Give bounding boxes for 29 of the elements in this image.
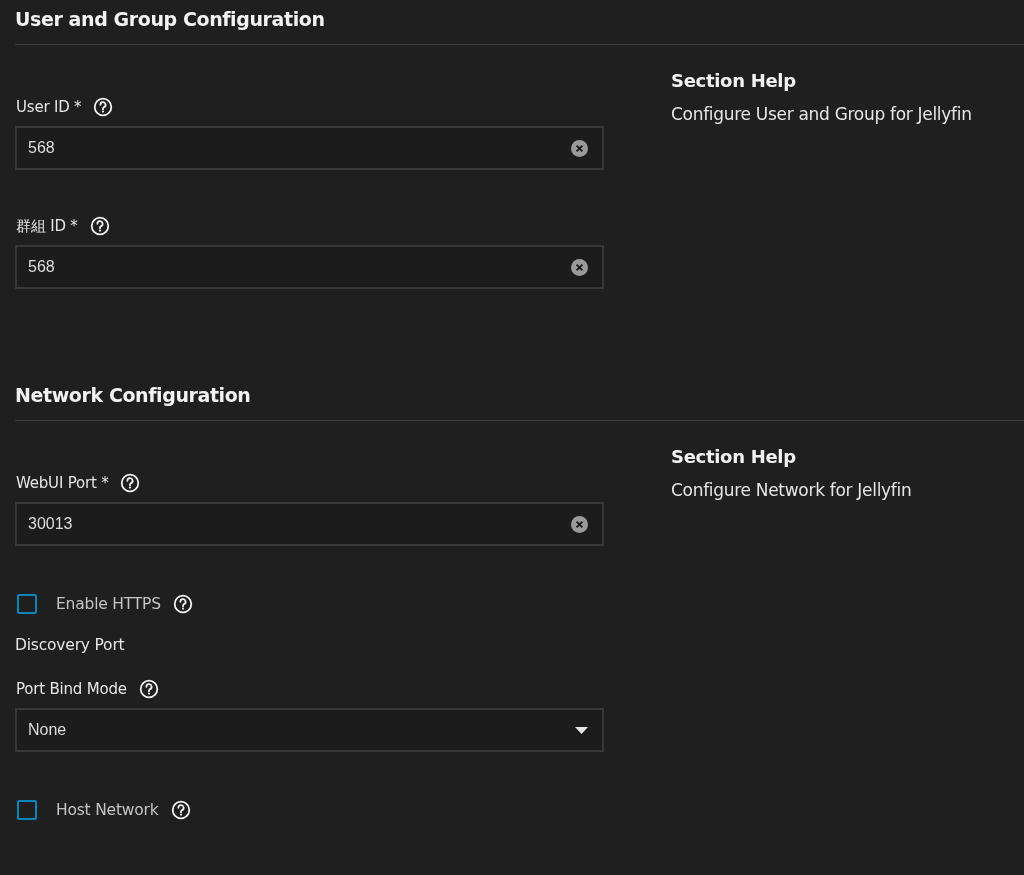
group-label: Discovery Port: [15, 636, 125, 656]
checkbox-label: Host Network: [56, 801, 159, 819]
clear-icon[interactable]: [571, 139, 588, 157]
checkbox[interactable]: [17, 594, 37, 614]
input-field[interactable]: 568: [15, 245, 604, 289]
help-icon[interactable]: [120, 473, 141, 493]
help-icon[interactable]: [172, 594, 193, 614]
field-label: Port Bind Mode: [16, 680, 127, 698]
checkbox-label: Enable HTTPS: [56, 595, 161, 613]
help-icon[interactable]: [89, 216, 110, 236]
clear-icon[interactable]: [571, 258, 588, 276]
field-label: User ID *: [16, 98, 82, 116]
section-title: Network Configuration: [15, 383, 251, 408]
help-text: Configure User and Group for Jellyfin: [671, 103, 972, 125]
help-title: Section Help: [671, 69, 797, 93]
section-title: User and Group Configuration: [15, 7, 325, 32]
select-field[interactable]: None: [15, 708, 604, 752]
input-field[interactable]: 568: [15, 126, 604, 170]
checkbox[interactable]: [17, 800, 37, 820]
input-field[interactable]: 30013: [15, 502, 604, 546]
help-icon[interactable]: [93, 97, 114, 117]
help-icon[interactable]: [170, 800, 191, 820]
help-title: Section Help: [671, 445, 797, 469]
field-label: WebUI Port *: [16, 474, 109, 492]
help-icon[interactable]: [138, 679, 159, 699]
help-text: Configure Network for Jellyfin: [671, 479, 912, 501]
field-label: 群組 ID *: [16, 216, 78, 236]
clear-icon[interactable]: [571, 515, 588, 533]
caret-icon: [575, 726, 588, 734]
